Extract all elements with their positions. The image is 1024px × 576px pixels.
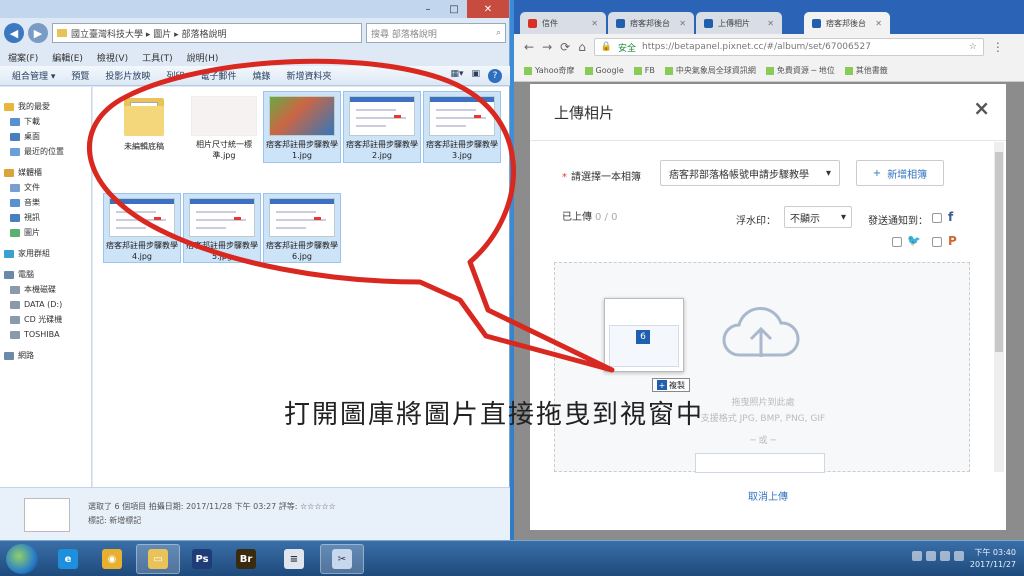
annotation-text: 打開圖庫將圖片直接拖曳到視窗中 — [284, 400, 705, 430]
annotation-bubble — [86, 58, 615, 373]
taskbar-snipping-button[interactable]: ✂ — [320, 544, 364, 574]
taskbar-chrome-button[interactable]: ◉ — [90, 544, 134, 574]
taskbar-explorer-button[interactable]: ▭ — [136, 544, 180, 574]
tray-icon[interactable] — [912, 551, 922, 561]
taskbar-photoshop-button[interactable]: Ps — [180, 544, 224, 574]
taskbar-ie-button[interactable]: e — [46, 544, 90, 574]
snipping-icon: ✂ — [332, 549, 352, 569]
clock-time: 下午 03:40 — [974, 548, 1016, 557]
system-tray — [912, 551, 964, 561]
volume-icon[interactable] — [954, 551, 964, 561]
annotation-outline — [86, 58, 615, 373]
notepad-icon: ≡ — [284, 549, 304, 569]
network-icon[interactable] — [940, 551, 950, 561]
start-button[interactable] — [6, 544, 38, 574]
photoshop-icon: Ps — [192, 549, 212, 569]
taskbar-bridge-button[interactable]: Br — [224, 544, 268, 574]
clock[interactable]: 下午 03:40 2017/11/27 — [970, 547, 1016, 571]
explorer-icon: ▭ — [148, 549, 168, 569]
chrome-icon: ◉ — [102, 549, 122, 569]
taskbar-notepad-button[interactable]: ≡ — [272, 544, 316, 574]
ie-icon: e — [58, 549, 78, 569]
bridge-icon: Br — [236, 549, 256, 569]
tray-icon[interactable] — [926, 551, 936, 561]
taskbar: e ◉ ▭ Ps Br ≡ ✂ 下午 03:40 2017/11/27 — [0, 540, 1024, 576]
clock-date: 2017/11/27 — [969, 560, 1016, 569]
